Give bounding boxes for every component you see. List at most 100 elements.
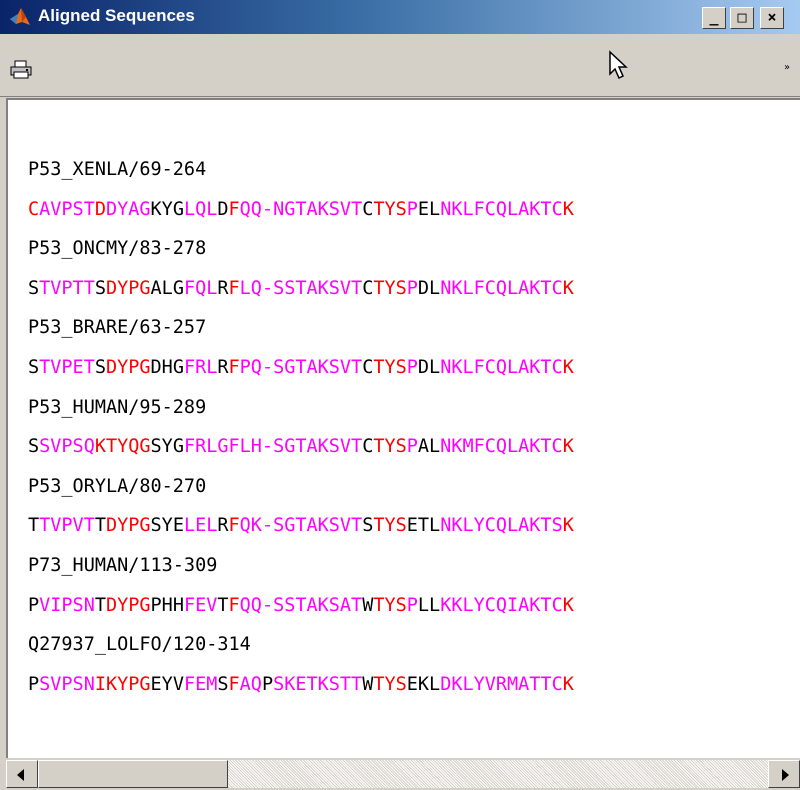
residue-segment: NKLYCQLAKTS xyxy=(440,515,563,537)
residue-segment: D xyxy=(217,198,229,220)
sequence-name: P53_HUMAN/95-289 xyxy=(28,396,207,418)
sequence-name: P53_XENLA/69-264 xyxy=(28,159,207,180)
sequence-list: P53_XENLA/69-264 CAVPSTDDYAGKYGLQLDFQQ-NG… xyxy=(28,150,574,704)
residue-segment: KKLYCQIAKTC xyxy=(440,594,563,616)
residue-segment: SKETKSTT xyxy=(273,673,363,695)
residue-segment: TYS xyxy=(373,515,407,537)
residue-segment: T xyxy=(94,515,106,537)
residue-segment: DHG xyxy=(150,356,184,378)
sequence-display-panel: P53_XENLA/69-264 CAVPSTDDYAGKYGLQLDFQQ-NG… xyxy=(6,98,800,758)
residue-segment: P xyxy=(261,673,274,695)
residue-segment: F xyxy=(228,356,240,378)
residue-segment: H- xyxy=(250,436,274,458)
close-button[interactable]: × xyxy=(760,7,784,29)
residue-segment: AVPST xyxy=(39,198,95,220)
residue-segment: FEV xyxy=(183,594,218,616)
window-title: Aligned Sequences xyxy=(38,6,195,25)
residue-segment: TYS xyxy=(373,594,407,616)
residue-segment: W xyxy=(362,594,374,616)
residue-segment: F xyxy=(228,277,240,299)
sequence-name: P53_BRARE/63-257 xyxy=(28,317,207,339)
residue-segment: S xyxy=(94,356,106,378)
horizontal-scrollbar[interactable] xyxy=(6,758,800,790)
residue-segment: P xyxy=(406,594,418,616)
residue-segment: TYS xyxy=(373,198,407,220)
residue-segment: SGTAKSVT xyxy=(273,436,363,458)
residue-segment: F xyxy=(228,515,240,537)
residue-segment: K xyxy=(562,594,574,616)
residue-segment: P xyxy=(406,198,418,220)
residue-segment: DYPG xyxy=(105,277,151,299)
residue-segment: NGTAKSVT xyxy=(273,198,363,220)
residue-segment: S xyxy=(28,436,40,458)
residue-segment: TVPVT xyxy=(39,515,95,537)
sequence-residues: CAVPSTDDYAGKYGLQLDFQQ-NGTAKSVTCTYSPELNKL… xyxy=(28,190,574,230)
right-arrow-icon xyxy=(782,769,789,781)
aligned-sequences-window: Aligned Sequences _ □ × » P53_XENLA/69-2… xyxy=(0,0,800,790)
scroll-left-button[interactable] xyxy=(6,760,38,788)
residue-segment: LQ- xyxy=(239,277,274,299)
residue-segment: SGTAKSVT xyxy=(273,356,363,378)
residue-segment: NKLFCQLAKTC xyxy=(440,198,563,220)
residue-segment: ALG xyxy=(150,277,184,299)
sequence-name: Q27937_LOLFO/120-314 xyxy=(28,634,251,656)
scroll-right-button[interactable] xyxy=(768,760,800,788)
sequence-residues: PSVPSNIKYPGEYVFEMSFAQPSKETKSTTWTYSEKLDKL… xyxy=(28,665,574,705)
residue-segment: TYS xyxy=(373,673,407,695)
residue-segment: PHH xyxy=(150,594,184,616)
residue-segment: S xyxy=(28,356,40,378)
residue-segment: FRL xyxy=(183,356,218,378)
residue-segment: DYPG xyxy=(105,356,151,378)
residue-segment: K xyxy=(562,673,574,695)
residue-segment: DKLYVRMATTC xyxy=(440,673,563,695)
residue-segment: R xyxy=(217,515,229,537)
residue-segment: T xyxy=(28,515,40,537)
mouse-cursor-icon xyxy=(609,50,628,80)
residue-segment: W xyxy=(362,673,374,695)
toolbar: » xyxy=(0,34,800,97)
residue-segment: SYG xyxy=(150,436,184,458)
residue-segment: FRLGFL xyxy=(183,436,251,458)
printer-icon[interactable] xyxy=(10,60,32,80)
residue-segment: PQ- xyxy=(239,356,274,378)
residue-segment: NKLFCQLAKTC xyxy=(440,356,563,378)
residue-segment: TVPTT xyxy=(39,277,95,299)
residue-segment: EKL xyxy=(406,673,441,695)
scrollbar-thumb[interactable] xyxy=(38,760,228,788)
residue-segment: D xyxy=(94,198,106,220)
maximize-button[interactable]: □ xyxy=(730,7,754,29)
sequence-residues: STVPETSDYPGDHGFRLRFPQ-SGTAKSVTCTYSPDLNKL… xyxy=(28,348,574,388)
residue-segment: DYAG xyxy=(105,198,151,220)
toolbar-overflow-icon[interactable]: » xyxy=(784,62,790,73)
residue-segment: LQL xyxy=(183,198,218,220)
residue-segment: NKLFCQLAKTC xyxy=(440,277,563,299)
residue-segment: EYV xyxy=(150,673,184,695)
residue-segment: AQ xyxy=(239,673,262,695)
residue-segment: DYPG xyxy=(105,594,151,616)
residue-segment: DYPG xyxy=(105,515,151,537)
residue-segment: DL xyxy=(417,277,441,299)
sequence-residues: STVPTTSDYPGALGFQLRFLQ-SSTAKSVTCTYSPDLNKL… xyxy=(28,269,574,309)
minimize-button[interactable]: _ xyxy=(702,7,726,29)
title-bar[interactable]: Aligned Sequences _ □ × xyxy=(0,0,800,34)
residue-segment: L xyxy=(429,515,441,537)
residue-segment: SVPSQ xyxy=(39,436,95,458)
residue-segment: T xyxy=(217,594,229,616)
residue-segment: DL xyxy=(417,356,441,378)
residue-segment: C xyxy=(362,436,374,458)
residue-segment: S xyxy=(362,515,374,537)
residue-segment: K xyxy=(562,356,574,378)
residue-segment: K xyxy=(562,515,574,537)
residue-segment: LEL xyxy=(183,515,218,537)
residue-segment: SSTAKSVT xyxy=(273,277,363,299)
residue-segment: C xyxy=(362,277,374,299)
residue-segment: C xyxy=(362,356,374,378)
residue-segment: QK- xyxy=(239,515,274,537)
residue-segment: F xyxy=(228,673,240,695)
residue-segment: EL xyxy=(417,198,441,220)
residue-segment: ET xyxy=(406,515,430,537)
residue-segment: R xyxy=(217,277,229,299)
residue-segment: F xyxy=(228,198,240,220)
matlab-icon xyxy=(10,8,30,25)
residue-segment: FEM xyxy=(183,673,218,695)
